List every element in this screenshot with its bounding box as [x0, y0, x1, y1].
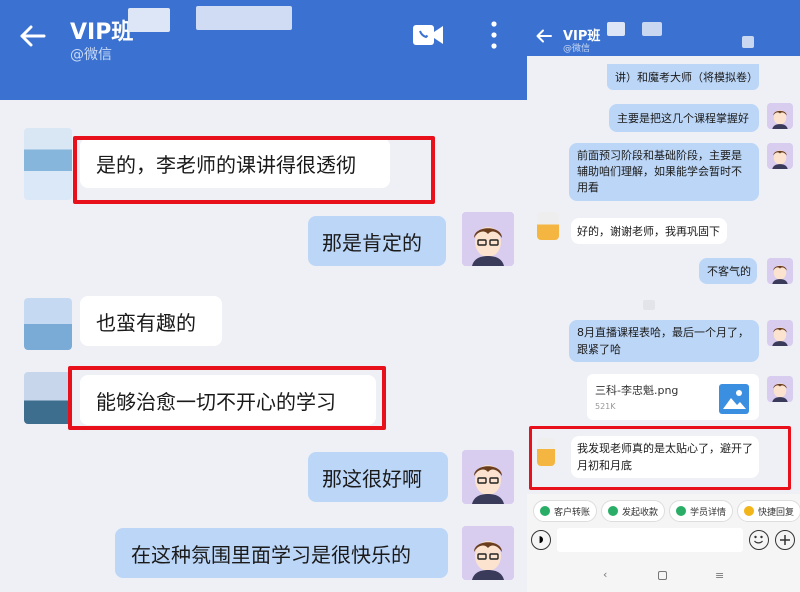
redacted-title-blur — [642, 22, 662, 36]
message-bubble: 也蛮有趣的 — [80, 296, 222, 346]
redacted-title-blur — [607, 22, 625, 36]
teacher-avatar[interactable] — [767, 103, 793, 129]
chat-header: VIP班 @微信 — [527, 0, 800, 56]
message-bubble: 好的，谢谢老师，我再巩固下 — [571, 218, 727, 244]
more-menu-icon[interactable] — [484, 18, 504, 52]
teacher-avatar[interactable] — [462, 526, 514, 580]
redacted-title-blur — [128, 8, 170, 32]
chat-subtitle: @微信 — [563, 44, 591, 54]
chat-header: VIP班 @微信 — [0, 0, 527, 100]
chip-label: 快捷回复 — [758, 507, 795, 518]
chat-title: VIP班 — [70, 20, 134, 45]
message-bubble: 那这很好啊 — [308, 452, 448, 502]
message-bubble: 讲）和魔考大师（将模拟卷） — [607, 64, 759, 90]
nav-back-icon[interactable]: ‹ — [603, 568, 607, 581]
quick-action-student[interactable]: 学员详情 — [669, 500, 734, 522]
message-bubble: 前面预习阶段和基础阶段，主要是辅助咱们理解，如果能学会暂时不用看 — [569, 143, 759, 201]
transfer-icon — [540, 506, 550, 516]
voice-icon[interactable]: ◗ — [531, 530, 551, 550]
highlight-box — [68, 366, 386, 430]
message-bubble: 不客气的 — [699, 258, 757, 284]
quick-action-reply[interactable]: 快捷回复 — [737, 500, 800, 522]
message-bubble: 8月直播课程表哈，最后一个月了，跟紧了哈 — [569, 320, 759, 362]
teacher-avatar[interactable] — [767, 143, 793, 169]
teacher-avatar[interactable] — [462, 450, 514, 504]
emoji-icon[interactable] — [749, 530, 769, 550]
plus-icon[interactable] — [775, 530, 795, 550]
contact-avatar[interactable] — [24, 372, 72, 424]
redacted-title-blur — [742, 36, 754, 48]
file-size: 521K — [595, 402, 616, 411]
redacted-blur — [643, 300, 655, 310]
highlight-box — [529, 426, 791, 490]
file-name: 三科-李忠魁.png — [595, 384, 679, 397]
quick-action-collect[interactable]: 发起收款 — [601, 500, 666, 522]
quick-action-transfer[interactable]: 客户转账 — [533, 500, 598, 522]
message-bubble: 在这种氛围里面学习是很快乐的 — [115, 528, 448, 578]
message-input[interactable] — [557, 528, 743, 552]
teacher-avatar[interactable] — [767, 376, 793, 402]
message-bubble: 主要是把这几个课程掌握好 — [609, 104, 759, 132]
teacher-avatar[interactable] — [462, 212, 514, 266]
teacher-avatar[interactable] — [767, 320, 793, 346]
right-chat-screen: VIP班 @微信 讲）和魔考大师（将模拟卷） 主要是把这几个课程掌握好 前面预习… — [527, 0, 800, 592]
contact-avatar[interactable] — [537, 212, 559, 240]
nav-home-icon[interactable] — [658, 571, 667, 580]
chip-label: 客户转账 — [554, 507, 591, 518]
chip-label: 发起收款 — [622, 507, 659, 518]
file-message-card[interactable]: 三科-李忠魁.png 521K — [587, 374, 759, 420]
reply-icon — [744, 506, 754, 516]
left-chat-screen: VIP班 @微信 是的，李老师的课讲得很透彻 那是肯定的 也蛮有趣的 能够治愈一… — [0, 0, 527, 592]
message-bubble: 那是肯定的 — [308, 216, 446, 266]
back-arrow-icon[interactable] — [533, 26, 555, 46]
video-call-icon[interactable] — [410, 20, 446, 50]
chip-label: 学员详情 — [690, 507, 727, 518]
teacher-avatar[interactable] — [767, 258, 793, 284]
back-arrow-icon[interactable] — [14, 18, 50, 54]
system-nav-bar: ‹ ≡ — [527, 560, 800, 592]
nav-menu-icon[interactable]: ≡ — [715, 569, 724, 582]
collect-icon — [608, 506, 618, 516]
highlight-box — [73, 136, 435, 204]
contact-avatar[interactable] — [24, 128, 72, 200]
student-icon — [676, 506, 686, 516]
redacted-title-blur — [196, 6, 292, 30]
contact-avatar[interactable] — [24, 298, 72, 350]
chat-subtitle: @微信 — [70, 47, 112, 63]
image-file-icon — [719, 384, 749, 414]
